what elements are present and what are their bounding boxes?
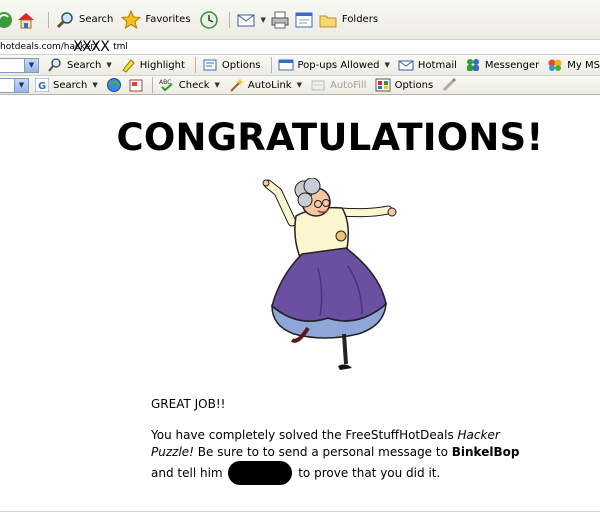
- news-button[interactable]: [128, 77, 144, 93]
- msn-search-label: Search: [67, 59, 102, 71]
- popups-button[interactable]: Pop-ups Allowed ▼: [278, 57, 390, 73]
- search-label: Search: [79, 14, 114, 25]
- popups-label: Pop-ups Allowed: [297, 59, 380, 71]
- svg-text:G: G: [38, 81, 46, 92]
- message-text-3: and tell him: [151, 466, 227, 480]
- chevron-down-icon[interactable]: ▼: [297, 81, 302, 89]
- msn-toolbar: ▼ Search ▼ Highlight Options Pop-ups All…: [0, 55, 600, 76]
- messenger-button[interactable]: Messenger: [465, 57, 539, 73]
- popup-window-icon: [278, 57, 294, 73]
- home-button[interactable]: [16, 10, 36, 30]
- message-block: GREAT JOB!! You have completely solved t…: [151, 396, 521, 499]
- message-text-4: to prove that you did it.: [294, 466, 441, 480]
- msn-search-button[interactable]: Search ▼: [47, 57, 112, 73]
- folder-icon: [318, 10, 338, 30]
- pencil-button[interactable]: [441, 77, 457, 93]
- chevron-down-icon: ▼: [260, 15, 266, 24]
- google-search-box[interactable]: ▼: [0, 77, 29, 93]
- google-g-icon: G: [35, 78, 49, 92]
- chevron-down-icon[interactable]: ▼: [14, 78, 28, 92]
- history-icon: [199, 10, 219, 30]
- refresh-button[interactable]: [0, 10, 14, 30]
- toolbar-separator: [151, 77, 153, 93]
- address-url[interactable]: hotdeals.com/hacker/tml XXXX: [0, 40, 128, 55]
- autofill-label: AutoFill: [330, 79, 367, 91]
- google-options-label: Options: [394, 79, 434, 91]
- msn-butterfly-icon: [547, 57, 563, 73]
- spellcheck-icon: ABC: [159, 77, 175, 93]
- google-options-button[interactable]: Options: [375, 77, 434, 93]
- star-icon: [121, 9, 142, 30]
- folders-button[interactable]: Folders: [318, 10, 378, 30]
- highlighter-icon: [120, 57, 136, 73]
- address-redaction-text: XXXX: [73, 40, 110, 55]
- magic-wand-icon: [228, 77, 244, 93]
- autolink-label: AutoLink: [247, 79, 292, 91]
- hotmail-button[interactable]: Hotmail: [398, 57, 457, 73]
- autolink-button[interactable]: AutoLink ▼: [228, 77, 302, 93]
- standard-toolbar: Search Favorites ▼ Folders: [0, 0, 600, 40]
- messenger-label: Messenger: [484, 59, 540, 71]
- redacted-secret: [228, 461, 293, 485]
- my-msn-label: My MSN: [567, 59, 600, 71]
- toolbar-separator: [48, 11, 49, 28]
- dancing-granny-illustration: [262, 178, 397, 370]
- search-icon: [47, 57, 63, 73]
- mail-button[interactable]: ▼: [236, 10, 266, 30]
- recipient-name: BinkelBop: [451, 445, 520, 459]
- address-url-suffix: tml: [113, 42, 128, 52]
- chevron-down-icon[interactable]: ▼: [106, 61, 111, 69]
- history-button[interactable]: [199, 10, 219, 30]
- search-icon: [55, 10, 75, 30]
- my-msn-button[interactable]: My MSN: [547, 57, 600, 73]
- chevron-down-icon[interactable]: ▼: [92, 81, 97, 89]
- folders-label: Folders: [341, 14, 379, 25]
- completion-message: You have completely solved the FreeStuff…: [151, 427, 521, 485]
- home-icon: [16, 10, 36, 30]
- options-icon: [202, 57, 218, 73]
- refresh-icon: [0, 10, 14, 30]
- chevron-down-icon[interactable]: ▼: [215, 81, 220, 89]
- page-divider: [0, 511, 600, 512]
- favorites-label: Favorites: [145, 14, 191, 25]
- google-search-button[interactable]: G Search ▼: [35, 78, 98, 92]
- chevron-down-icon[interactable]: ▼: [385, 61, 390, 69]
- print-button[interactable]: [270, 10, 290, 30]
- google-search-label: Search: [53, 79, 88, 91]
- address-bar[interactable]: hotdeals.com/hacker/tml XXXX: [0, 40, 600, 55]
- hotmail-label: Hotmail: [417, 59, 457, 71]
- page-heading: CONGRATULATIONS!: [116, 116, 544, 159]
- globe-icon: [106, 77, 122, 93]
- great-job-text: GREAT JOB!!: [151, 397, 226, 411]
- chevron-down-icon[interactable]: ▼: [24, 58, 38, 72]
- favorites-button[interactable]: Favorites: [121, 9, 191, 30]
- printer-icon: [270, 10, 290, 30]
- msn-options-button[interactable]: Options: [202, 57, 261, 73]
- search-button[interactable]: Search: [55, 10, 113, 30]
- msn-options-label: Options: [221, 59, 261, 71]
- mail-icon: [236, 10, 256, 30]
- autofill-button[interactable]: AutoFill: [310, 77, 367, 93]
- autofill-icon: [310, 77, 326, 93]
- toolbar-separator: [194, 57, 196, 73]
- message-text-2: Be sure to to send a personal message to: [193, 445, 452, 459]
- highlight-label: Highlight: [139, 59, 185, 71]
- message-text-1: You have completely solved the FreeStuff…: [151, 428, 458, 442]
- msn-search-box[interactable]: ▼: [0, 57, 39, 73]
- options-icon: [375, 77, 391, 93]
- messenger-icon: [465, 57, 481, 73]
- check-label: Check: [178, 79, 210, 91]
- highlight-button[interactable]: Highlight: [120, 57, 185, 73]
- pagerank-button[interactable]: [106, 77, 122, 93]
- edit-page-icon: [294, 10, 314, 30]
- google-toolbar: ▼ G Search ▼ ABC Check ▼ AutoLink ▼ Auto…: [0, 76, 600, 95]
- pencil-icon: [441, 77, 457, 93]
- toolbar-separator: [270, 57, 272, 73]
- mail-icon: [398, 57, 414, 73]
- spell-check-button[interactable]: ABC Check ▼: [159, 77, 220, 93]
- news-icon: [128, 77, 144, 93]
- toolbar-separator: [228, 11, 230, 28]
- edit-button[interactable]: [294, 10, 314, 30]
